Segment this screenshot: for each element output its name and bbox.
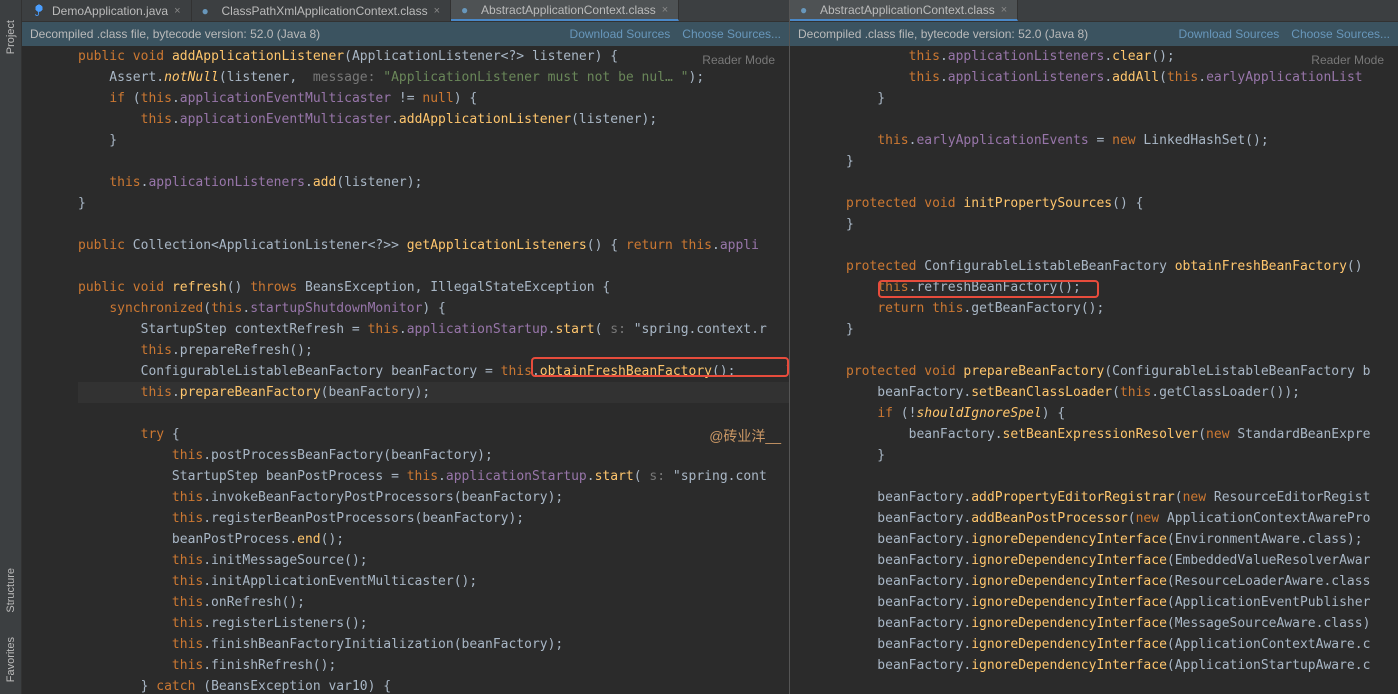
class-file-icon <box>202 4 216 18</box>
close-icon[interactable]: × <box>434 5 440 17</box>
tab-abstract-application-context-right[interactable]: AbstractApplicationContext.class × <box>790 0 1018 21</box>
code-content-right[interactable]: this.applicationListeners.clear(); this.… <box>796 46 1398 676</box>
choose-sources-link[interactable]: Choose Sources... <box>1291 27 1390 41</box>
class-file-icon <box>800 3 814 17</box>
decompiled-info-bar-right: Decompiled .class file, bytecode version… <box>790 22 1398 46</box>
project-tool[interactable]: Project <box>5 20 17 54</box>
left-editor-pane: DemoApplication.java × ClassPathXmlAppli… <box>22 0 790 694</box>
download-sources-link[interactable]: Download Sources <box>570 27 671 41</box>
java-file-icon <box>32 4 46 18</box>
decompiled-message: Decompiled .class file, bytecode version… <box>30 27 320 41</box>
tab-classpath-xml[interactable]: ClassPathXmlApplicationContext.class × <box>192 0 452 21</box>
tab-label: ClassPathXmlApplicationContext.class <box>222 4 428 18</box>
close-icon[interactable]: × <box>1001 4 1007 16</box>
tab-label: AbstractApplicationContext.class <box>820 3 995 17</box>
decompiled-message: Decompiled .class file, bytecode version… <box>798 27 1088 41</box>
editor-tabs-right: AbstractApplicationContext.class × <box>790 0 1398 22</box>
tool-window-bar: Project Structure Favorites <box>0 0 22 694</box>
reader-mode-label[interactable]: Reader Mode <box>1311 50 1384 71</box>
watermark-text: @砖业洋__ <box>709 426 781 447</box>
tab-label: DemoApplication.java <box>52 4 168 18</box>
tab-abstract-application-context-left[interactable]: AbstractApplicationContext.class × <box>451 0 679 21</box>
tab-demo-application[interactable]: DemoApplication.java × <box>22 0 192 21</box>
code-content-left[interactable]: public void addApplicationListener(Appli… <box>28 46 789 694</box>
reader-mode-label[interactable]: Reader Mode <box>702 50 775 71</box>
tab-label: AbstractApplicationContext.class <box>481 3 656 17</box>
download-sources-link[interactable]: Download Sources <box>1179 27 1280 41</box>
structure-tool[interactable]: Structure <box>5 568 17 613</box>
right-editor[interactable]: Reader Mode this.applicationListeners.cl… <box>790 46 1398 694</box>
right-editor-pane: AbstractApplicationContext.class × Decom… <box>790 0 1398 694</box>
decompiled-info-bar: Decompiled .class file, bytecode version… <box>22 22 789 46</box>
class-file-icon <box>461 3 475 17</box>
close-icon[interactable]: × <box>662 4 668 16</box>
close-icon[interactable]: × <box>174 5 180 17</box>
favorites-tool[interactable]: Favorites <box>5 637 17 682</box>
left-editor[interactable]: Reader Mode @砖业洋__ public void addApplic… <box>22 46 789 694</box>
editor-tabs-left: DemoApplication.java × ClassPathXmlAppli… <box>22 0 789 22</box>
choose-sources-link[interactable]: Choose Sources... <box>682 27 781 41</box>
